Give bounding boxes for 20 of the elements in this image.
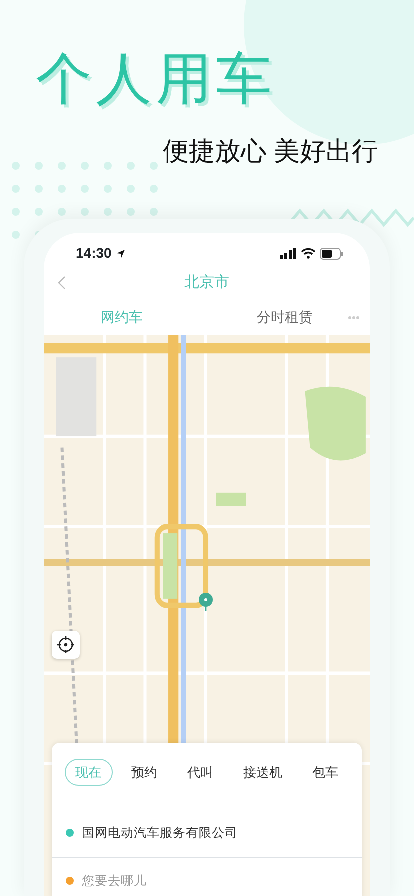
more-icon[interactable] [348,316,360,320]
destination-field[interactable]: 您要去哪儿 [82,872,348,891]
city-title: 北京市 [184,273,230,294]
headline: 个人用车 [36,47,276,110]
service-option[interactable]: 预约 [120,758,168,786]
locate-button[interactable] [52,630,80,659]
service-option[interactable]: 代叫 [176,758,224,786]
crosshair-icon [57,636,75,654]
tab[interactable]: 分时租赁 [249,303,321,332]
wifi-icon [301,248,316,260]
tagline: 便捷放心 美好出行 [162,136,378,166]
status-time: 14:30 [76,244,112,264]
signal-icon [280,248,297,260]
location-pin-icon [199,592,213,611]
service-option[interactable]: 接送机 [232,758,294,786]
pickup-location: 国网电动汽车服务有限公司 [82,825,238,842]
service-option[interactable]: 包车 [302,758,350,786]
battery-icon [320,248,344,260]
location-arrow-icon [116,248,126,259]
pickup-row[interactable]: 国网电动汽车服务有限公司 [52,810,362,858]
